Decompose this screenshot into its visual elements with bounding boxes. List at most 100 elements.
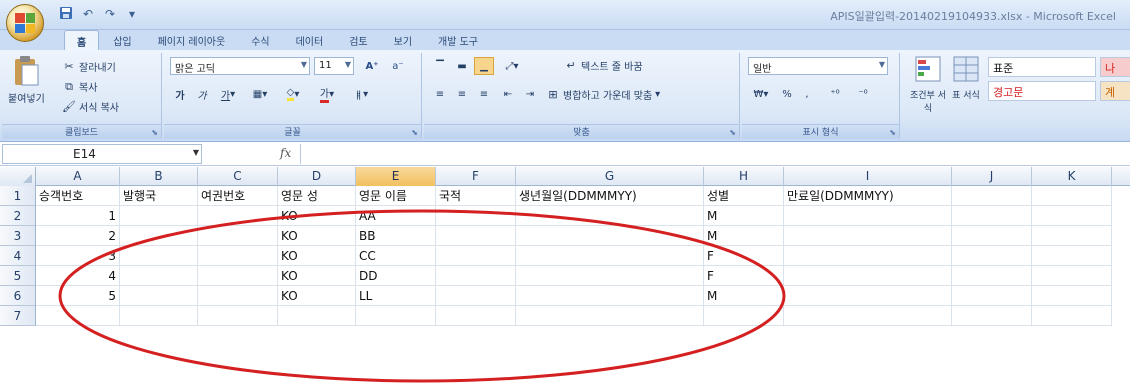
tab-developer[interactable]: 개발 도구 bbox=[426, 30, 490, 50]
style-normal[interactable]: 표준 bbox=[988, 57, 1096, 77]
decrease-indent-button[interactable]: ⇤ bbox=[498, 85, 518, 103]
cell-i7[interactable] bbox=[784, 306, 952, 326]
name-box[interactable]: E14 ▼ bbox=[2, 144, 202, 164]
italic-button[interactable]: 가 bbox=[192, 85, 212, 103]
row-header-2[interactable]: 2 bbox=[0, 206, 36, 226]
cell-e2[interactable]: AA bbox=[356, 206, 436, 226]
cell-c1[interactable]: 여권번호 bbox=[198, 186, 278, 206]
align-left-button[interactable]: ≡ bbox=[430, 85, 450, 103]
font-name-combo[interactable]: 맑은 고딕 ▼ bbox=[170, 57, 310, 75]
tab-formulas[interactable]: 수식 bbox=[239, 30, 281, 50]
cell-i4[interactable] bbox=[784, 246, 952, 266]
cell-g4[interactable] bbox=[516, 246, 704, 266]
cut-button[interactable]: ✂ 잘라내기 bbox=[62, 59, 115, 75]
function-icon[interactable]: fx bbox=[280, 146, 291, 160]
cell-c3[interactable] bbox=[198, 226, 278, 246]
cell-a3[interactable]: 2 bbox=[36, 226, 120, 246]
cell-e7[interactable] bbox=[356, 306, 436, 326]
cell-e5[interactable]: DD bbox=[356, 266, 436, 286]
row-header-4[interactable]: 4 bbox=[0, 246, 36, 266]
style-warning[interactable]: 경고문 bbox=[988, 81, 1096, 101]
cell-h5[interactable]: F bbox=[704, 266, 784, 286]
dialog-launcher-icon[interactable]: ⬊ bbox=[729, 128, 736, 137]
cell-e3[interactable]: BB bbox=[356, 226, 436, 246]
decrease-decimal-button[interactable]: ⁻⁰ bbox=[850, 85, 876, 103]
cell-d1[interactable]: 영문 성 bbox=[278, 186, 356, 206]
cell-d2[interactable]: KO bbox=[278, 206, 356, 226]
cell-c2[interactable] bbox=[198, 206, 278, 226]
number-format-combo[interactable]: 일반 ▼ bbox=[748, 57, 888, 75]
align-right-button[interactable]: ≡ bbox=[474, 85, 494, 103]
cell-f2[interactable] bbox=[436, 206, 516, 226]
copy-button[interactable]: ⧉ 복사 bbox=[62, 79, 97, 95]
cell-i6[interactable] bbox=[784, 286, 952, 306]
cell-e6[interactable]: LL bbox=[356, 286, 436, 306]
cell-e1[interactable]: 영문 이름 bbox=[356, 186, 436, 206]
cell-b4[interactable] bbox=[120, 246, 198, 266]
align-bottom-button[interactable]: ▁ bbox=[474, 57, 494, 75]
align-top-button[interactable]: ▔ bbox=[430, 57, 450, 75]
cell-d5[interactable]: KO bbox=[278, 266, 356, 286]
cell-f7[interactable] bbox=[436, 306, 516, 326]
dialog-launcher-icon[interactable]: ⬊ bbox=[151, 128, 158, 137]
percent-button[interactable]: % bbox=[778, 85, 796, 103]
cell-g3[interactable] bbox=[516, 226, 704, 246]
redo-icon[interactable]: ↷ bbox=[102, 6, 118, 22]
cell-a1[interactable]: 승객번호 bbox=[36, 186, 120, 206]
cell-b5[interactable] bbox=[120, 266, 198, 286]
cell-b3[interactable] bbox=[120, 226, 198, 246]
cell-g7[interactable] bbox=[516, 306, 704, 326]
column-header-k[interactable]: K bbox=[1032, 167, 1112, 186]
comma-button[interactable]: , bbox=[798, 85, 816, 103]
row-header-6[interactable]: 6 bbox=[0, 286, 36, 306]
row-header-1[interactable]: 1 bbox=[0, 186, 36, 206]
cell-d4[interactable]: KO bbox=[278, 246, 356, 266]
cell-a7[interactable] bbox=[36, 306, 120, 326]
orientation-button[interactable]: ⤢ ▾ bbox=[498, 57, 526, 75]
save-icon[interactable] bbox=[58, 6, 74, 22]
currency-button[interactable]: ₩ ▾ bbox=[748, 85, 774, 103]
cell-g6[interactable] bbox=[516, 286, 704, 306]
cell-e4[interactable]: CC bbox=[356, 246, 436, 266]
cell-j1[interactable] bbox=[952, 186, 1032, 206]
cell-k2[interactable] bbox=[1032, 206, 1112, 226]
shrink-font-button[interactable]: a⁻ bbox=[386, 57, 410, 75]
column-header-h[interactable]: H bbox=[704, 167, 784, 186]
grow-font-button[interactable]: A⁺ bbox=[360, 57, 384, 75]
cell-b1[interactable]: 발행국 bbox=[120, 186, 198, 206]
tab-home[interactable]: 홈 bbox=[64, 30, 100, 50]
cell-f3[interactable] bbox=[436, 226, 516, 246]
column-header-j[interactable]: J bbox=[952, 167, 1032, 186]
cell-b6[interactable] bbox=[120, 286, 198, 306]
tab-view[interactable]: 보기 bbox=[382, 30, 424, 50]
tab-insert[interactable]: 삽입 bbox=[101, 30, 143, 50]
row-header-7[interactable]: 7 bbox=[0, 306, 36, 326]
cell-g2[interactable] bbox=[516, 206, 704, 226]
cell-k6[interactable] bbox=[1032, 286, 1112, 306]
format-as-table-button[interactable]: 표 서식 bbox=[946, 55, 986, 101]
cell-a5[interactable]: 4 bbox=[36, 266, 120, 286]
format-painter-button[interactable]: 🖌 서식 복사 bbox=[62, 99, 119, 115]
chevron-down-icon[interactable]: ▾ bbox=[124, 6, 140, 22]
cell-b7[interactable] bbox=[120, 306, 198, 326]
row-header-3[interactable]: 3 bbox=[0, 226, 36, 246]
wrap-text-button[interactable]: ↵ 텍스트 줄 바꿈 bbox=[564, 58, 642, 74]
paste-button[interactable]: 붙여넣기 bbox=[8, 55, 45, 105]
cell-c4[interactable] bbox=[198, 246, 278, 266]
cell-a2[interactable]: 1 bbox=[36, 206, 120, 226]
style-bad[interactable]: 나 bbox=[1100, 57, 1130, 77]
cell-j7[interactable] bbox=[952, 306, 1032, 326]
cell-j3[interactable] bbox=[952, 226, 1032, 246]
merge-center-button[interactable]: ⊞ 병합하고 가운데 맞춤 ▾ bbox=[546, 87, 660, 103]
undo-icon[interactable]: ↶ bbox=[80, 6, 96, 22]
cell-h2[interactable]: M bbox=[704, 206, 784, 226]
cell-k1[interactable] bbox=[1032, 186, 1112, 206]
align-center-button[interactable]: ≡ bbox=[452, 85, 472, 103]
conditional-format-button[interactable]: 조건부 서식 bbox=[908, 55, 948, 114]
select-all-button[interactable] bbox=[0, 167, 36, 186]
phonetic-button[interactable]: ㅒ ▾ bbox=[346, 85, 376, 103]
increase-decimal-button[interactable]: ⁺⁰ bbox=[822, 85, 848, 103]
cell-h3[interactable]: M bbox=[704, 226, 784, 246]
cell-f1[interactable]: 국적 bbox=[436, 186, 516, 206]
cell-a4[interactable]: 3 bbox=[36, 246, 120, 266]
